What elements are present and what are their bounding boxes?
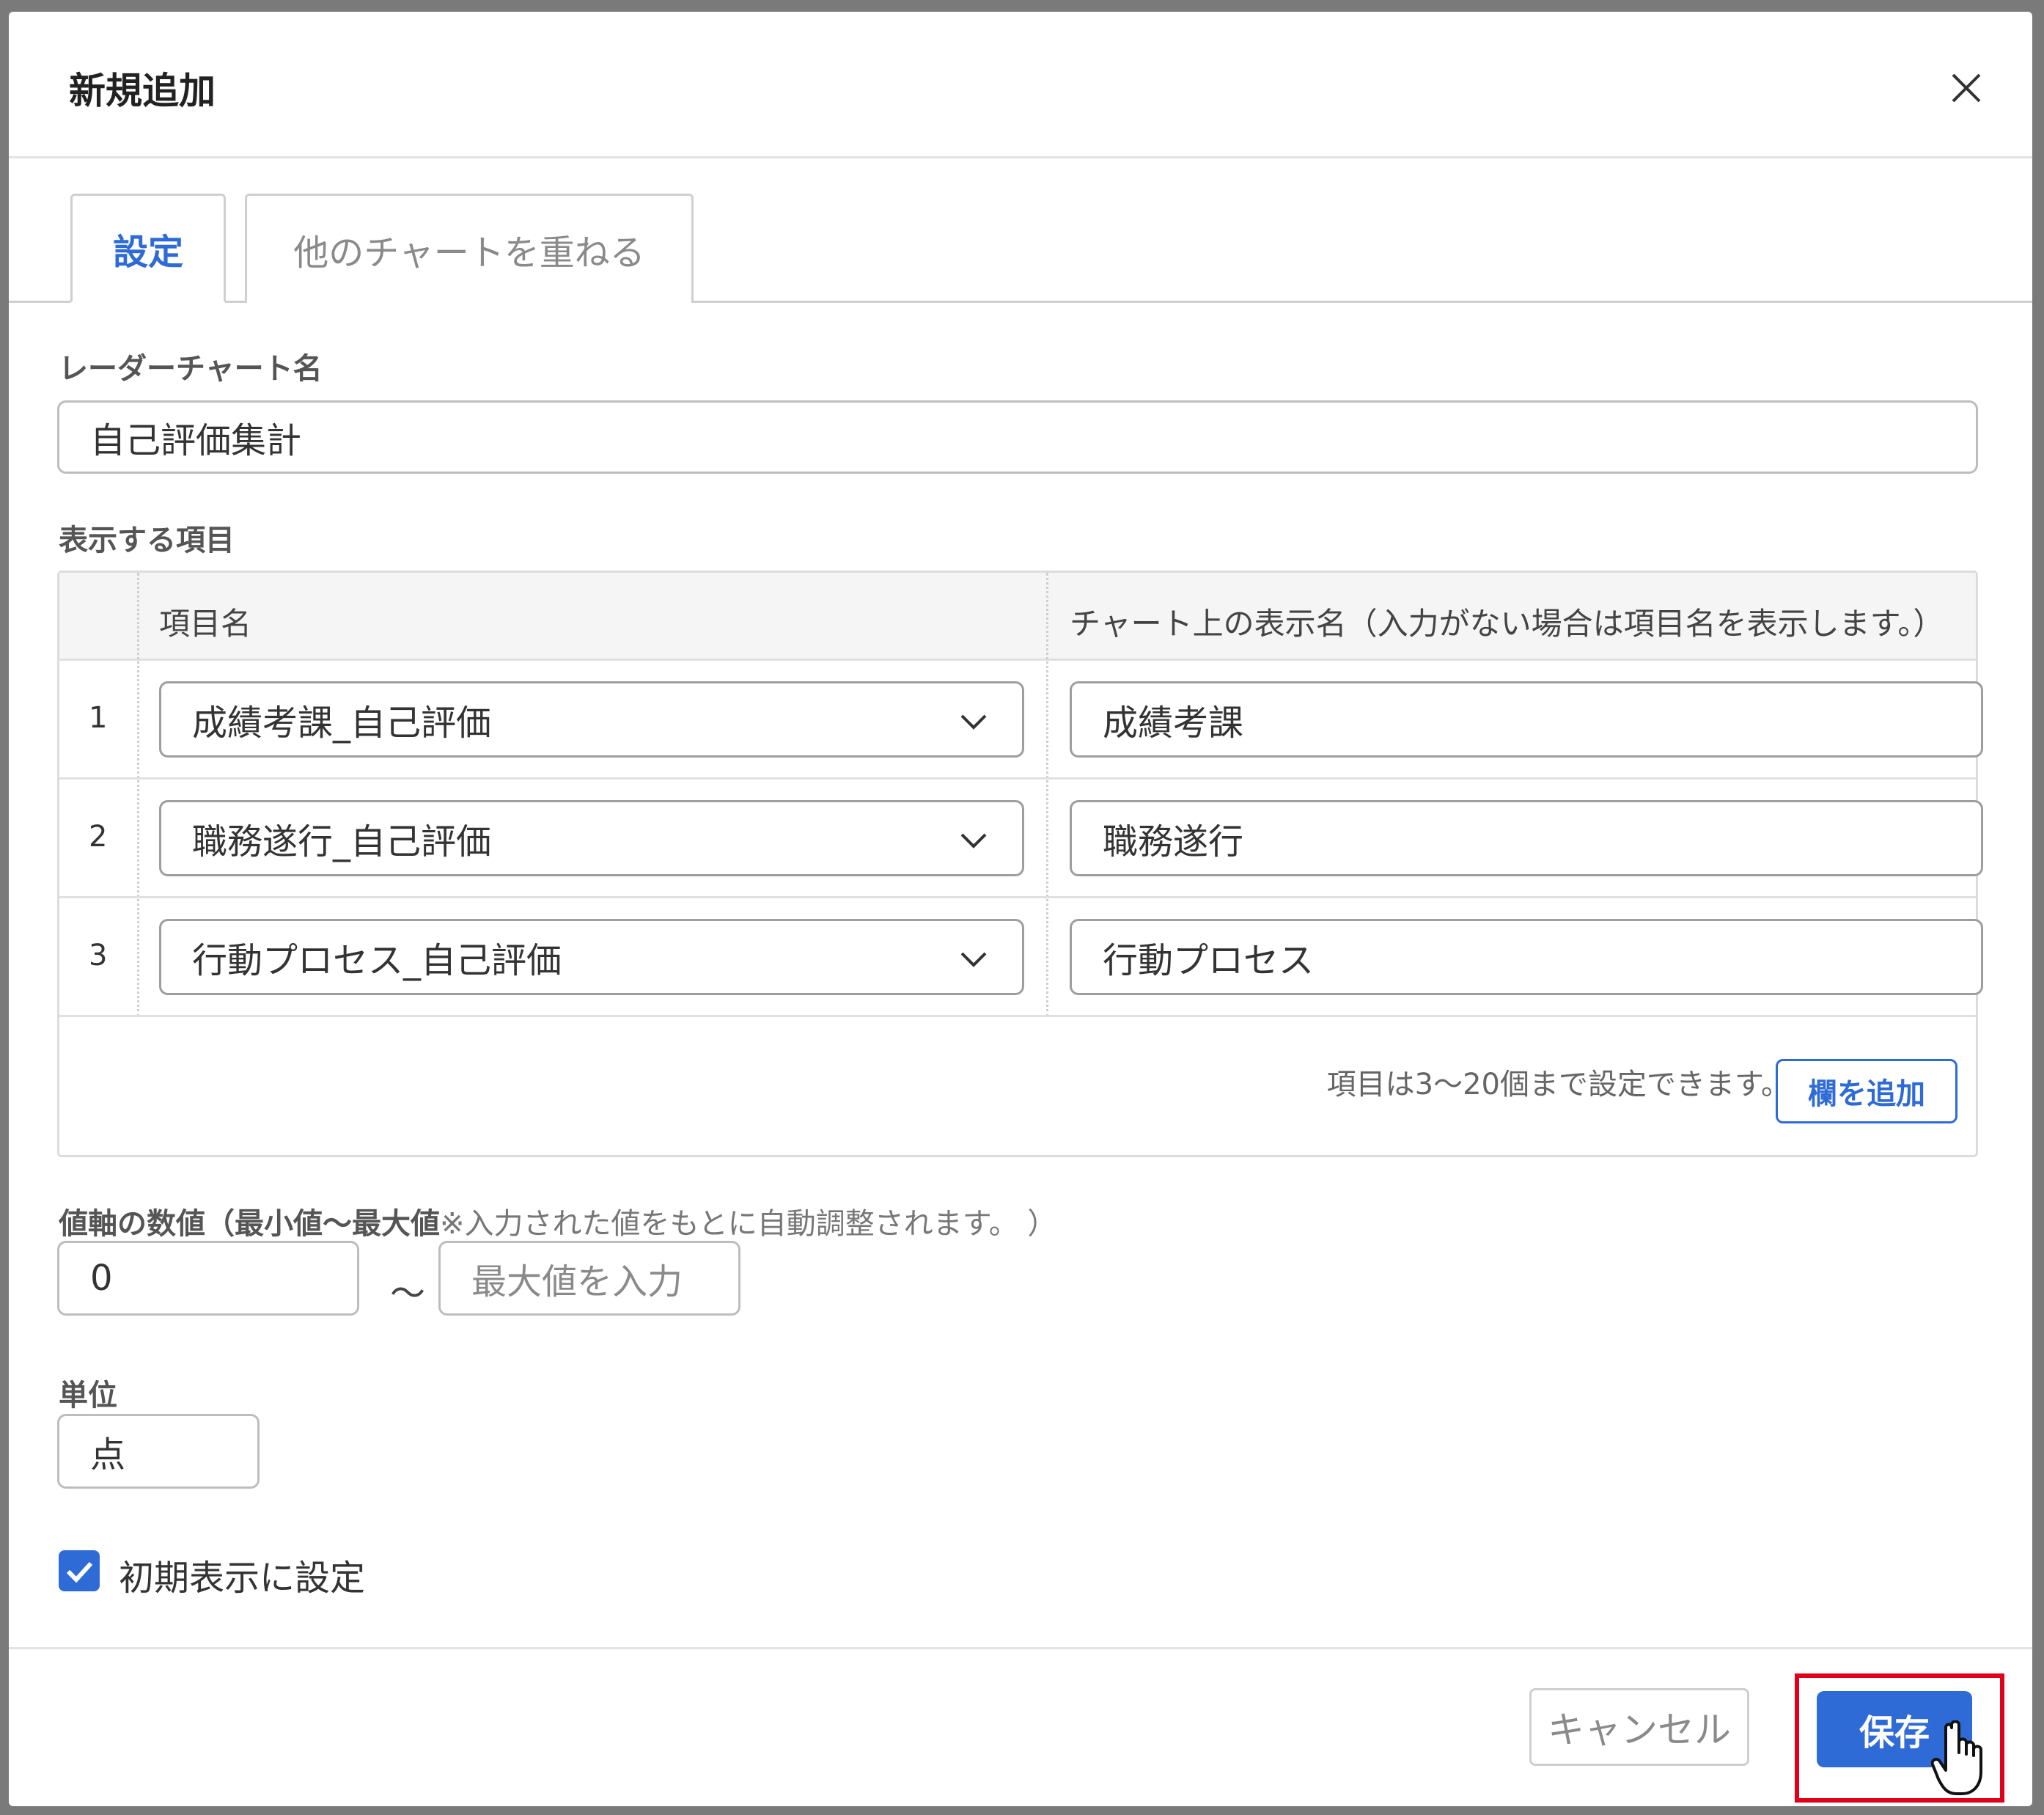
row-number: 1: [89, 701, 108, 735]
tab-overlay-chart[interactable]: 他のチャートを重ねる: [245, 194, 694, 303]
axis-label-main: 値軸の数値（最小値〜最大値: [59, 1207, 440, 1241]
item-select-value: 行動プロセス_自己評価: [192, 940, 562, 981]
item-select-value: 職務遂行_自己評価: [192, 821, 492, 862]
display-name-input[interactable]: 行動プロセス: [1070, 919, 1983, 995]
chart-name-label: レーダーチャート名: [59, 352, 323, 386]
items-limit-note: 項目は3〜20個まで設定できます。: [1326, 1068, 1790, 1101]
check-icon: [66, 1561, 93, 1583]
unit-input[interactable]: 点: [57, 1414, 260, 1489]
chevron-down-icon: [960, 714, 987, 730]
item-select[interactable]: 職務遂行_自己評価: [159, 800, 1024, 876]
column-header-display-name: チャート上の表示名（入力がない場合は項目名を表示します。）: [1070, 606, 1944, 642]
axis-label-note: ※入力された値をもとに自動調整されます。 ）: [440, 1207, 1057, 1241]
chevron-down-icon: [960, 952, 987, 967]
column-header-item-name: 項目名: [159, 606, 252, 642]
axis-max-input[interactable]: 最大値を入力: [438, 1241, 740, 1316]
display-name-input[interactable]: 職務遂行: [1070, 800, 1983, 876]
table-row: 3 行動プロセス_自己評価 行動プロセス: [59, 898, 1983, 1017]
new-item-dialog: 新規追加 設定 他のチャートを重ねる レーダーチャート名 自己評価集計 表示する…: [9, 12, 2032, 1806]
item-select[interactable]: 行動プロセス_自己評価: [159, 919, 1024, 995]
unit-label: 単位: [59, 1379, 117, 1412]
close-icon: [1952, 73, 1981, 103]
table-row: 1 成績考課_自己評価 成績考課: [59, 661, 1983, 780]
display-name-input[interactable]: 成績考課: [1070, 681, 1983, 758]
item-select[interactable]: 成績考課_自己評価: [159, 681, 1024, 758]
footer-divider: [9, 1647, 2032, 1649]
default-display-label: 初期表示に設定: [119, 1558, 366, 1599]
dialog-title: 新規追加: [69, 70, 216, 112]
dialog-header: 新規追加: [9, 12, 2032, 158]
cancel-button[interactable]: キャンセル: [1529, 1688, 1749, 1766]
axis-min-input[interactable]: 0: [57, 1241, 359, 1316]
row-number: 3: [89, 939, 108, 972]
tab-settings[interactable]: 設定: [70, 194, 226, 303]
items-table-header: 項目名 チャート上の表示名（入力がない場合は項目名を表示します。）: [59, 573, 1976, 661]
default-display-checkbox[interactable]: [59, 1550, 100, 1591]
item-select-value: 成績考課_自己評価: [192, 703, 492, 744]
items-label: 表示する項目: [59, 524, 235, 557]
chart-name-input[interactable]: 自己評価集計: [57, 400, 1978, 474]
tab-bar: 設定 他のチャートを重ねる: [9, 194, 2032, 303]
range-separator: 〜: [390, 1273, 426, 1314]
add-column-button[interactable]: 欄を追加: [1776, 1059, 1957, 1123]
table-row: 2 職務遂行_自己評価 職務遂行: [59, 780, 1983, 898]
row-number: 2: [89, 820, 108, 854]
axis-label: 値軸の数値（最小値〜最大値※入力された値をもとに自動調整されます。 ）: [59, 1200, 1056, 1242]
close-button[interactable]: [1944, 66, 1988, 110]
hand-cursor-icon: [1930, 1720, 1982, 1795]
chevron-down-icon: [960, 833, 987, 848]
